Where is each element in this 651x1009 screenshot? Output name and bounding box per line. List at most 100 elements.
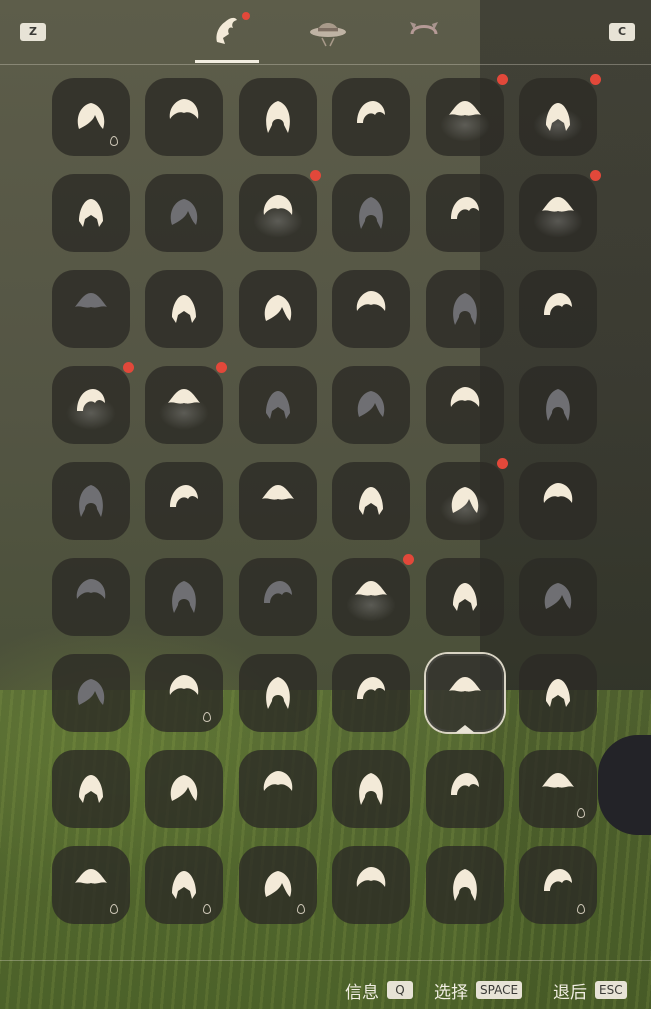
dye-drop-icon <box>110 136 118 146</box>
hairstyle-icon <box>263 581 292 603</box>
hairstyle-slot[interactable] <box>519 270 597 348</box>
hairstyle-slot[interactable] <box>238 462 317 540</box>
hairstyle-icon <box>546 389 570 421</box>
hairstyle-slot[interactable] <box>238 558 317 636</box>
hairstyle-icon <box>451 487 478 513</box>
back-hint[interactable]: 退后 ESC <box>553 979 627 1003</box>
new-badge <box>216 362 228 373</box>
hairstyle-icon <box>450 387 479 407</box>
hairstyle-icon <box>355 581 388 596</box>
select-key: SPACE <box>476 981 523 999</box>
hairstyle-slot[interactable] <box>145 750 224 828</box>
tab-hair[interactable] <box>195 10 259 63</box>
hairstyle-slot[interactable] <box>52 750 130 828</box>
hairstyle-icon <box>357 391 385 417</box>
hairstyle-slot[interactable] <box>52 174 130 252</box>
hairstyle-slot[interactable] <box>519 366 597 444</box>
hairstyle-icon <box>544 869 572 891</box>
hairstyle-slot[interactable] <box>238 170 321 252</box>
hairstyle-slot[interactable] <box>145 846 224 924</box>
hairstyle-slot[interactable] <box>425 654 504 733</box>
hairstyle-slot[interactable] <box>425 270 504 348</box>
hairstyle-slot[interactable] <box>519 654 597 732</box>
hairstyle-slot[interactable] <box>52 654 130 732</box>
tab-hat[interactable] <box>294 10 358 62</box>
new-badge <box>590 74 601 85</box>
hairstyle-icon <box>357 101 386 123</box>
hairstyle-slot[interactable] <box>425 558 504 636</box>
hairstyle-slot[interactable] <box>425 74 508 156</box>
prev-tab-key[interactable]: Z <box>20 23 46 41</box>
hairstyle-icon <box>544 583 572 609</box>
hairstyle-icon <box>452 869 477 901</box>
dye-drop-icon <box>577 904 585 914</box>
new-badge <box>496 74 508 85</box>
dye-drop-icon <box>203 712 212 722</box>
hairstyle-slot[interactable] <box>238 78 317 156</box>
hairstyle-slot[interactable] <box>52 362 134 444</box>
hairstyle-slot[interactable] <box>52 846 130 924</box>
hairstyle-slot[interactable] <box>425 366 504 444</box>
hat-icon <box>310 23 346 47</box>
hairstyle-slot[interactable] <box>332 462 411 540</box>
select-hint[interactable]: 选择 SPACE <box>434 979 523 1003</box>
new-badge <box>590 170 601 181</box>
hairstyle-icon <box>264 295 292 321</box>
hairstyle-icon <box>168 389 201 404</box>
hairstyle-slot[interactable] <box>519 170 601 252</box>
select-label: 选择 <box>434 982 468 1003</box>
hairstyle-icon <box>263 771 293 791</box>
hairstyle-slot[interactable] <box>519 558 597 636</box>
hairstyle-slot[interactable] <box>332 654 411 732</box>
hairstyle-slot[interactable] <box>332 78 411 156</box>
hairstyle-slot[interactable] <box>145 362 228 444</box>
hairstyle-slot[interactable] <box>332 750 411 828</box>
hairstyle-slot[interactable] <box>52 270 130 348</box>
hairstyle-icon <box>261 485 294 500</box>
hairstyle-icon <box>356 867 386 887</box>
hairstyle-slot[interactable] <box>332 846 411 924</box>
hairstyle-icon <box>357 677 386 699</box>
tab-headband[interactable] <box>390 10 454 62</box>
hairstyle-slot[interactable] <box>238 270 317 348</box>
hairstyle-slot[interactable] <box>425 750 504 828</box>
hairstyle-slot[interactable] <box>332 554 415 636</box>
category-tab-bar: Z C <box>0 0 651 65</box>
hairstyle-slot[interactable] <box>145 78 224 156</box>
hairstyle-icon <box>544 293 572 315</box>
hairstyle-slot[interactable] <box>519 462 597 540</box>
hairstyle-icon <box>543 483 573 503</box>
hairstyle-slot[interactable] <box>145 462 224 540</box>
next-tab-key[interactable]: C <box>609 23 635 41</box>
hairstyle-slot[interactable] <box>145 174 224 252</box>
hairstyle-slot[interactable] <box>238 654 317 732</box>
hairstyle-slot[interactable] <box>52 462 130 540</box>
info-hint[interactable]: 信息 Q <box>345 979 413 1003</box>
hairstyle-slot[interactable] <box>145 558 224 636</box>
hairstyle-slot[interactable] <box>238 750 317 828</box>
hairstyle-icon <box>265 391 290 419</box>
hairstyle-slot[interactable] <box>425 174 504 252</box>
back-key: ESC <box>595 981 627 999</box>
hairstyle-slot[interactable] <box>145 654 224 732</box>
hairstyle-icon <box>264 871 292 897</box>
hairstyle-icon <box>452 583 477 611</box>
dye-drop-icon <box>203 904 212 914</box>
hairstyle-slot[interactable] <box>332 270 411 348</box>
hairstyle-slot[interactable] <box>332 366 411 444</box>
info-label: 信息 <box>345 982 379 1003</box>
hairstyle-slot[interactable] <box>519 750 597 828</box>
hairstyle-slot[interactable] <box>425 846 504 924</box>
new-badge <box>123 362 134 373</box>
info-key: Q <box>387 981 413 999</box>
hairstyle-slot[interactable] <box>145 270 224 348</box>
hairstyle-slot[interactable] <box>425 458 508 540</box>
hairstyle-slot[interactable] <box>519 74 601 156</box>
hairstyle-icon <box>448 101 481 116</box>
hairstyle-slot[interactable] <box>52 78 130 156</box>
hairstyle-slot[interactable] <box>519 846 597 924</box>
hairstyle-slot[interactable] <box>238 846 317 924</box>
hairstyle-slot[interactable] <box>332 174 411 252</box>
hairstyle-slot[interactable] <box>52 558 130 636</box>
hairstyle-slot[interactable] <box>238 366 317 444</box>
